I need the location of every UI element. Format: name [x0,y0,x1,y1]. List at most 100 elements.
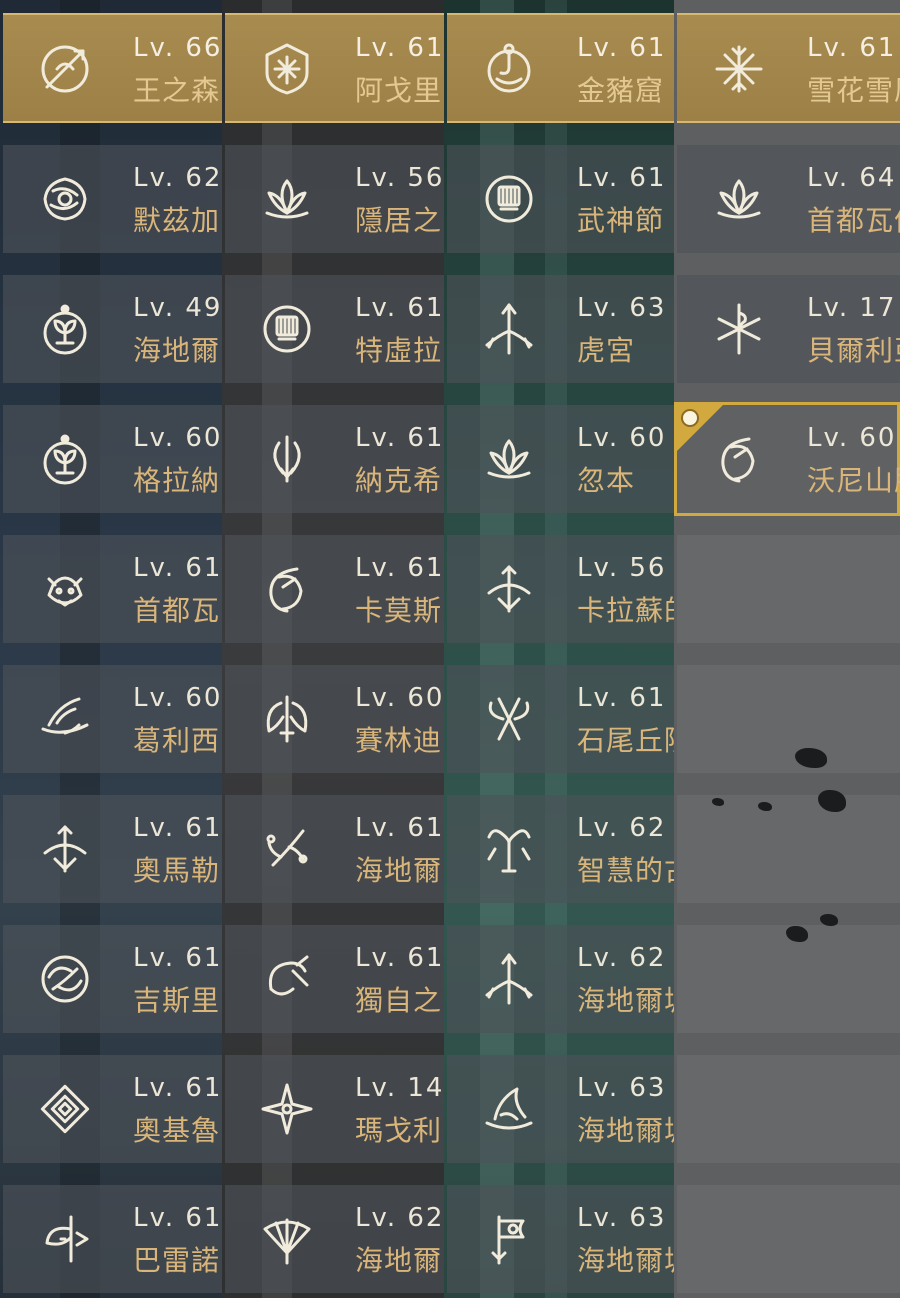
crossbow-icon-glyph [43,825,87,873]
region-level: Lv. 61 [133,1203,222,1233]
region-card[interactable]: Lv. 61 巴雷諾 [3,1185,222,1293]
region-card[interactable]: Lv. 66 王之森 [3,13,222,123]
region-card[interactable]: Lv. 56 隱居之 [225,145,444,253]
wave-hat-icon [477,1077,541,1141]
region-card[interactable]: Lv. 62 智慧的古 [447,795,674,903]
region-name: 智慧的古 [577,854,674,887]
crab-icon-glyph [487,829,531,873]
region-card[interactable]: Lv. 17 貝爾利亞 [677,275,900,383]
empty-region-slot [677,1185,900,1293]
region-name: 卡拉蘇的 [577,594,674,627]
axe-star-icon [33,1207,97,1271]
region-card[interactable]: Lv. 61 特虛拉 [225,275,444,383]
region-card[interactable]: Lv. 60 沃尼山脈 [674,402,900,516]
region-card[interactable]: Lv. 61 阿戈里 [225,13,444,123]
rose-icon-glyph [43,177,87,221]
region-card[interactable]: Lv. 61 吉斯里 [3,925,222,1033]
region-card[interactable]: Lv. 60 格拉納 [3,405,222,513]
diamond-pattern-icon-glyph [40,1084,90,1134]
region-name: 武神節 [577,204,665,237]
empty-region-slot [677,925,900,1033]
region-name: 默茲加 [133,204,221,237]
region-level: Lv. 61 [355,813,444,843]
region-card[interactable]: Lv. 61 卡莫斯 [225,535,444,643]
region-name: 石尾丘陵 [577,724,674,757]
region-card[interactable]: Lv. 61 金豬窟 [447,13,674,123]
lotus-icon-glyph [487,439,531,479]
region-level: Lv. 60 [577,423,667,453]
region-level: Lv. 61 [355,33,444,63]
region-card[interactable]: Lv. 61 奧基魯 [3,1055,222,1163]
lotus-icon-glyph [265,179,309,219]
region-name: 格拉納 [133,464,221,497]
region-card[interactable]: Lv. 56 卡拉蘇的 [447,535,674,643]
flower-emblem-icon [33,427,97,491]
region-column: Lv. 61 阿戈里 Lv. 56 隱居之 Lv. 61 特虛拉 Lv. 61 納克希 Lv. … [222,0,444,1298]
banner-axe-icon-glyph [491,1215,525,1265]
region-name: 巴雷諾 [133,1244,221,1277]
region-column: Lv. 66 王之森 Lv. 62 默茲加 Lv. 49 海地爾 Lv. 60 格拉納 Lv. … [0,0,222,1298]
twin-axe-icon [477,687,541,751]
spear-crescent-icon [33,37,97,101]
region-level: Lv. 61 [133,943,222,973]
region-level: Lv. 56 [577,553,667,583]
region-level: Lv. 17 [807,293,897,323]
region-card[interactable]: Lv. 62 海地爾 [225,1185,444,1293]
region-card[interactable]: Lv. 63 海地爾城 [447,1185,674,1293]
region-card[interactable]: Lv. 63 海地爾城 [447,1055,674,1163]
region-card[interactable]: Lv. 61 海地爾 [225,795,444,903]
region-level: Lv. 64 [807,163,897,193]
region-card[interactable]: Lv. 14 瑪戈利 [225,1055,444,1163]
region-card[interactable]: Lv. 61 石尾丘陵 [447,665,674,773]
region-name: 海地爾城 [577,1244,674,1277]
branch-icon-glyph [266,829,308,867]
region-card[interactable]: Lv. 62 海地爾城 [447,925,674,1033]
region-card[interactable]: Lv. 62 默茲加 [3,145,222,253]
region-card[interactable]: Lv. 61 奧馬勒 [3,795,222,903]
region-card[interactable]: Lv. 61 獨自之 [225,925,444,1033]
region-name: 沃尼山脈 [807,464,900,497]
empty-region-slot [677,665,900,773]
fist-emblem-icon-glyph [263,305,311,353]
swirl-icon [33,947,97,1011]
region-card[interactable]: Lv. 49 海地爾 [3,275,222,383]
region-card[interactable]: Lv. 61 雪花雪原 [677,13,900,123]
lotus-icon-glyph [717,179,761,219]
region-card[interactable]: Lv. 61 首都瓦 [3,535,222,643]
crescent-claw-icon-glyph [721,437,755,483]
region-level: Lv. 62 [577,813,667,843]
lotus-icon [707,167,771,231]
region-card[interactable]: Lv. 60 葛利西 [3,665,222,773]
region-column: Lv. 61 金豬窟 Lv. 61 武神節 Lv. 63 虎宮 Lv. 60 忽本 Lv. 56… [444,0,674,1298]
region-card[interactable]: Lv. 63 虎宮 [447,275,674,383]
region-card[interactable]: Lv. 64 首都瓦倫 [677,145,900,253]
empty-region-slot [677,1055,900,1163]
flower-emblem-icon-glyph [43,304,87,355]
wing-icon-glyph [41,697,89,735]
region-name: 瑪戈利 [355,1114,443,1147]
region-card[interactable]: Lv. 61 納克希 [225,405,444,513]
region-level: Lv. 60 [807,423,897,453]
region-level: Lv. 61 [577,163,667,193]
wave-hat-icon-glyph [485,1087,533,1130]
region-level: Lv. 61 [807,33,897,63]
region-card[interactable]: Lv. 60 忽本 [447,405,674,513]
region-name: 首都瓦倫 [807,204,900,237]
region-level: Lv. 60 [355,683,444,713]
region-name: 奧基魯 [133,1114,221,1147]
region-name: 賽林迪 [355,724,443,757]
arrow-wing-icon [477,947,541,1011]
region-name: 阿戈里 [355,74,443,107]
region-name: 海地爾 [355,1244,443,1277]
region-level: Lv. 63 [577,293,667,323]
winged-sword-icon-glyph [266,695,308,743]
diamond-pattern-icon [33,1077,97,1141]
region-card[interactable]: Lv. 60 賽林迪 [225,665,444,773]
region-name: 金豬窟 [577,74,665,107]
region-level: Lv. 62 [133,163,222,193]
crab-icon [477,817,541,881]
bookmark-icon [681,409,699,427]
region-card[interactable]: Lv. 61 武神節 [447,145,674,253]
region-level: Lv. 49 [133,293,222,323]
region-level: Lv. 60 [133,423,222,453]
